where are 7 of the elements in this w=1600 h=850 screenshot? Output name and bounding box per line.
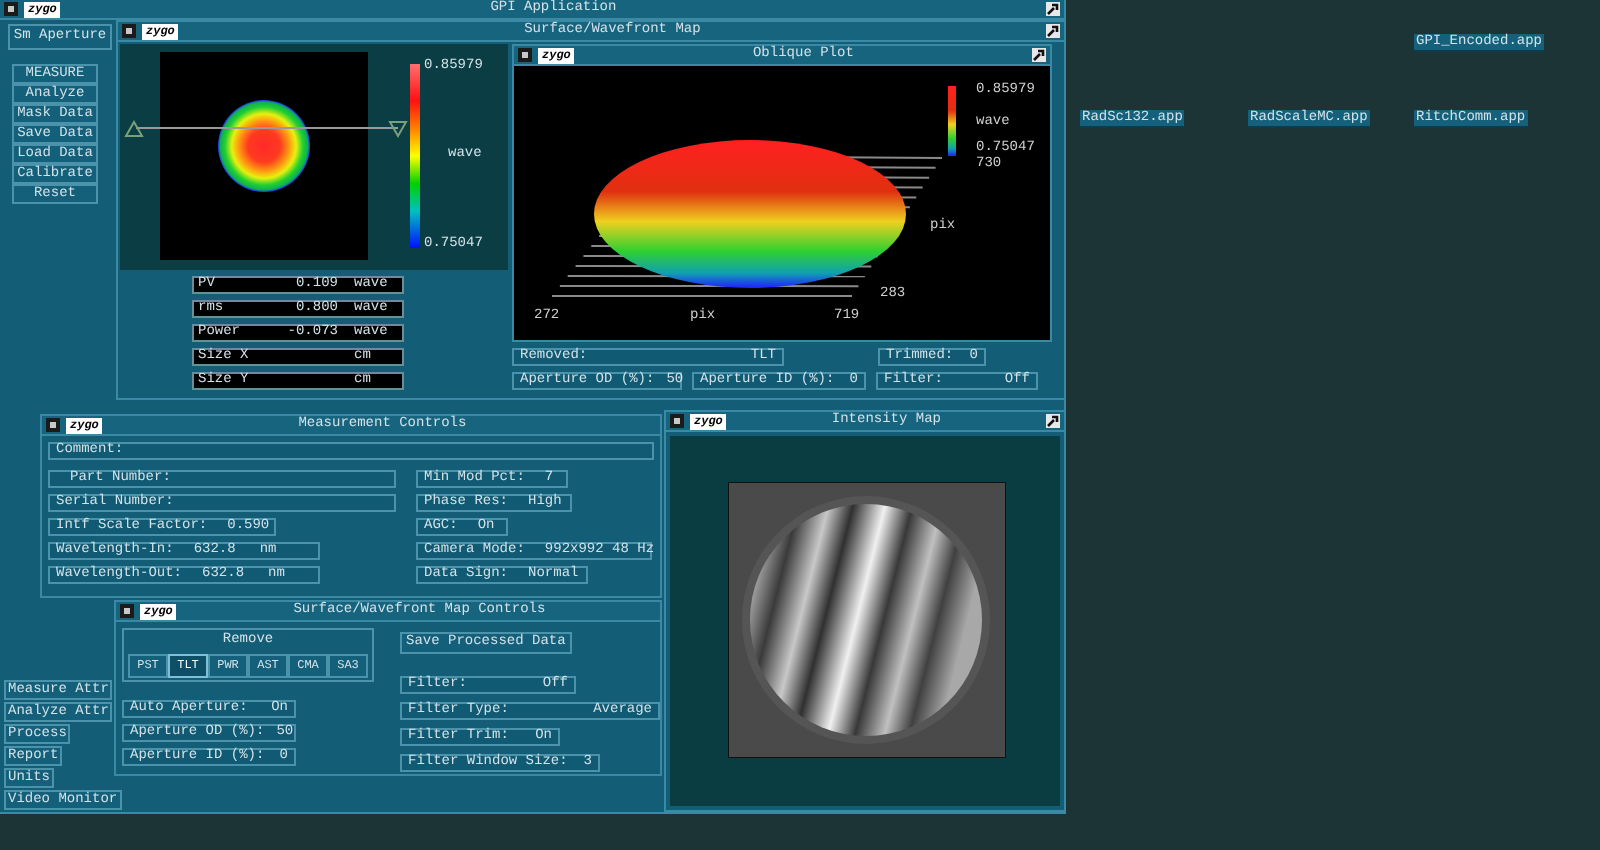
window-menu-icon[interactable] [4,2,18,16]
color-scale-bar [948,86,956,156]
window-menu-icon[interactable] [518,48,532,62]
window-menu-icon[interactable] [120,604,134,618]
window-menu-icon[interactable] [670,414,684,428]
window-menu-icon[interactable] [46,418,60,432]
window-menu-icon[interactable] [122,24,136,38]
